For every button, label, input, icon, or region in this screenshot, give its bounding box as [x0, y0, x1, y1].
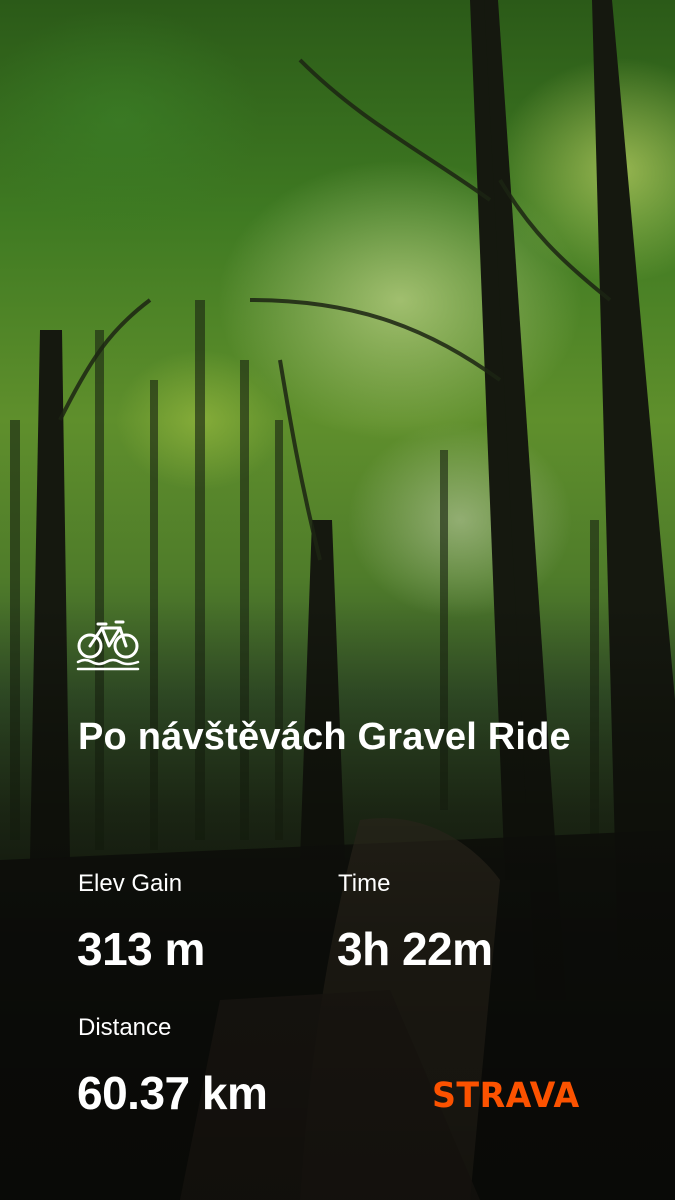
- strava-logo: STRAVA: [432, 1076, 580, 1116]
- time-label: Time: [338, 870, 391, 897]
- distance-label: Distance: [78, 1014, 172, 1041]
- elev-gain-label: Elev Gain: [78, 870, 183, 897]
- bike-gravel-icon: [76, 620, 140, 671]
- elev-gain-value: 313 m: [77, 923, 205, 975]
- share-card: Po návštěvách Gravel Ride Elev Gain 313 …: [0, 0, 675, 1200]
- time-value: 3h 22m: [337, 923, 493, 975]
- activity-title: Po návštěvách Gravel Ride: [78, 716, 571, 758]
- distance-value: 60.37 km: [77, 1067, 268, 1119]
- activity-stats-overlay: Po návštěvách Gravel Ride Elev Gain 313 …: [0, 0, 675, 1200]
